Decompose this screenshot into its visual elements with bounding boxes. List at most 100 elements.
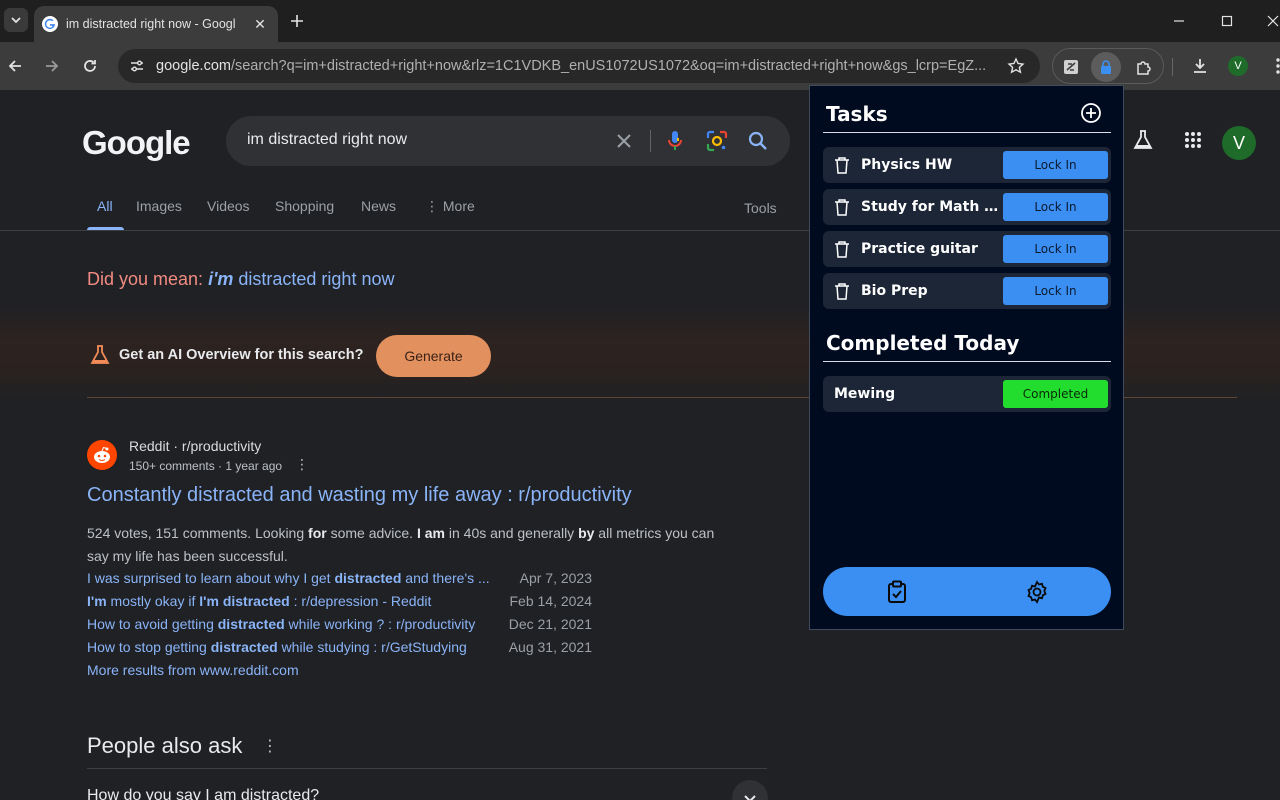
settings-nav-button[interactable] bbox=[1024, 579, 1050, 605]
puzzle-icon bbox=[1137, 61, 1151, 75]
trash-icon[interactable] bbox=[834, 240, 850, 258]
account-avatar[interactable]: V bbox=[1222, 126, 1256, 160]
suggested-word: i'm bbox=[208, 269, 234, 289]
snippet-text: 524 votes, 151 comments. Looking bbox=[87, 525, 309, 541]
completed-task-name: Mewing bbox=[834, 386, 896, 402]
tab-more-label: More bbox=[442, 198, 475, 214]
result-meta: 150+ comments · 1 year ago bbox=[129, 459, 283, 473]
kebab-menu-icon bbox=[1276, 58, 1280, 74]
plus-icon bbox=[291, 15, 303, 27]
kebab-menu-icon[interactable]: ⋮ bbox=[295, 456, 309, 473]
site-settings-icon[interactable] bbox=[124, 53, 150, 79]
back-button[interactable] bbox=[3, 54, 27, 78]
tasks-heading: Tasks bbox=[826, 102, 888, 126]
reload-icon bbox=[84, 60, 96, 72]
completed-badge[interactable]: Completed bbox=[1003, 380, 1108, 408]
tab-all[interactable]: All bbox=[97, 198, 113, 214]
search-icon[interactable] bbox=[746, 129, 770, 153]
google-logo[interactable]: Google bbox=[82, 124, 191, 162]
lock-in-button[interactable]: Lock In bbox=[1003, 193, 1108, 221]
more-results-link[interactable]: More results from www.reddit.com bbox=[87, 662, 299, 678]
sublink[interactable]: I was surprised to learn about why I get… bbox=[87, 570, 490, 586]
sublink-bold: distracted bbox=[217, 616, 285, 632]
tools-button[interactable]: Tools bbox=[744, 200, 777, 216]
labs-flask-icon[interactable] bbox=[1131, 128, 1155, 152]
extension-button[interactable] bbox=[1056, 52, 1086, 82]
clear-icon[interactable] bbox=[612, 129, 636, 153]
toolbar-divider bbox=[1172, 58, 1173, 76]
search-input[interactable]: im distracted right now bbox=[247, 131, 407, 149]
star-icon[interactable] bbox=[1004, 54, 1028, 78]
tab-shopping[interactable]: Shopping bbox=[275, 198, 334, 214]
trash-icon[interactable] bbox=[834, 282, 850, 300]
close-window-button[interactable] bbox=[1260, 8, 1280, 34]
tab-search-button[interactable] bbox=[4, 8, 28, 32]
reddit-icon[interactable] bbox=[87, 440, 117, 470]
reload-button[interactable] bbox=[78, 54, 102, 78]
profile-avatar[interactable]: V bbox=[1228, 56, 1248, 76]
apps-grid-icon[interactable] bbox=[1181, 128, 1205, 152]
sublink[interactable]: I'm mostly okay if I'm distracted : r/de… bbox=[87, 593, 431, 609]
task-item: Practice guitar Lock In bbox=[823, 231, 1111, 267]
lock-in-button[interactable]: Lock In bbox=[1003, 151, 1108, 179]
address-bar[interactable]: google.com/search?q=im+distracted+right+… bbox=[118, 49, 1040, 83]
tab-images[interactable]: Images bbox=[136, 198, 182, 214]
search-box[interactable]: im distracted right now bbox=[226, 116, 790, 166]
sublink-text: How to stop getting bbox=[87, 639, 211, 655]
extensions-menu-button[interactable] bbox=[1129, 52, 1159, 82]
focus-extension-button[interactable] bbox=[1091, 52, 1121, 82]
maximize-button[interactable] bbox=[1214, 8, 1240, 34]
gear-icon bbox=[1027, 580, 1047, 604]
popup-nav-bar bbox=[823, 567, 1111, 616]
browser-menu-button[interactable] bbox=[1266, 54, 1280, 78]
minimize-button[interactable] bbox=[1166, 8, 1192, 34]
close-icon[interactable]: ✕ bbox=[250, 14, 270, 34]
mic-icon[interactable] bbox=[663, 129, 687, 153]
forward-button[interactable] bbox=[40, 54, 64, 78]
did-you-mean: Did you mean: i'm distracted right now bbox=[87, 269, 394, 290]
url-text[interactable]: google.com/search?q=im+distracted+right+… bbox=[156, 58, 1004, 74]
tasks-nav-button[interactable] bbox=[884, 579, 910, 605]
snippet-text: some advice. bbox=[326, 525, 417, 541]
sublink-date: Dec 21, 2021 bbox=[508, 616, 592, 632]
more-dots-icon: ⋮ bbox=[425, 198, 443, 214]
result-title-link[interactable]: Constantly distracted and wasting my lif… bbox=[87, 484, 632, 507]
task-name: Study for Math Fi... bbox=[861, 199, 1001, 215]
sublink-bold: I'm distracted bbox=[199, 593, 290, 609]
sublink-text: and there's ... bbox=[401, 570, 490, 586]
suggested-rest: distracted right now bbox=[238, 269, 395, 289]
did-you-mean-link[interactable]: i'm distracted right now bbox=[208, 269, 394, 289]
tab-news[interactable]: News bbox=[361, 198, 396, 214]
lens-icon[interactable] bbox=[705, 129, 729, 153]
new-tab-button[interactable] bbox=[286, 10, 308, 32]
sublink[interactable]: How to avoid getting distracted while wo… bbox=[87, 616, 475, 632]
browser-tab[interactable]: im distracted right now - Googl ✕ bbox=[34, 6, 278, 42]
chevron-down-icon[interactable] bbox=[732, 780, 768, 800]
trash-icon[interactable] bbox=[834, 156, 850, 174]
sublink-date: Aug 31, 2021 bbox=[508, 639, 592, 655]
lock-in-button[interactable]: Lock In bbox=[1003, 235, 1108, 263]
did-you-mean-label: Did you mean: bbox=[87, 269, 204, 289]
extensions-group bbox=[1052, 48, 1164, 84]
sublink-bold: distracted bbox=[334, 570, 402, 586]
generate-button[interactable]: Generate bbox=[376, 335, 491, 377]
add-circle-icon[interactable] bbox=[1080, 102, 1102, 124]
sublink[interactable]: How to stop getting distracted while stu… bbox=[87, 639, 467, 655]
tab-more[interactable]: ⋮ More bbox=[425, 198, 475, 215]
ai-overview-prompt: Get an AI Overview for this search? bbox=[119, 347, 364, 363]
snippet-bold: by bbox=[578, 525, 595, 541]
minimize-icon bbox=[1174, 20, 1184, 22]
sublink-text: I was surprised to learn about why I get bbox=[87, 570, 335, 586]
task-name: Practice guitar bbox=[861, 241, 978, 257]
back-arrow-icon bbox=[8, 60, 21, 72]
result-source[interactable]: Reddit · r/productivity bbox=[129, 438, 261, 454]
sublink-text: How to avoid getting bbox=[87, 616, 218, 632]
kebab-menu-icon[interactable]: ⋮ bbox=[262, 736, 278, 756]
trash-icon[interactable] bbox=[834, 198, 850, 216]
chevron-down-icon bbox=[11, 17, 21, 24]
sublink-text: while working ? : r/productivity bbox=[284, 616, 476, 632]
downloads-button[interactable] bbox=[1188, 54, 1212, 78]
lock-in-button[interactable]: Lock In bbox=[1003, 277, 1108, 305]
tab-videos[interactable]: Videos bbox=[207, 198, 250, 214]
paa-question[interactable]: How do you say I am distracted? bbox=[87, 787, 319, 800]
